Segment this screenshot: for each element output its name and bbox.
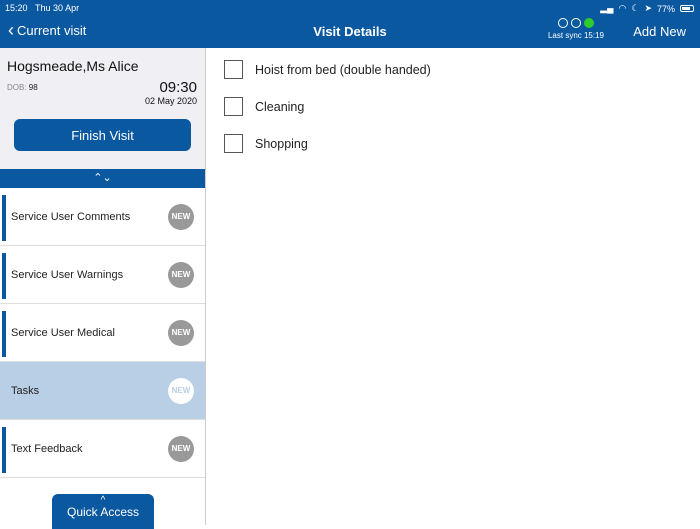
new-badge: NEW — [168, 436, 194, 462]
item-indicator — [2, 253, 6, 299]
sync-status: Last sync 15:19 — [545, 18, 607, 40]
sidebar-item[interactable]: Service User Warnings NEW — [0, 246, 205, 304]
sidebar-item-label: Text Feedback — [11, 442, 83, 455]
sidebar-item-label: Service User Warnings — [11, 268, 124, 281]
chevron-up-down-icon: ⌃⌄ — [93, 172, 112, 184]
status-bar: 15:20 Thu 30 Apr ▂▄ ◠ ☾ ➤ 77% — [0, 0, 700, 15]
status-date: Thu 30 Apr — [35, 3, 80, 13]
task-label: Cleaning — [255, 99, 305, 114]
moon-icon: ☾ — [631, 3, 640, 13]
checkbox[interactable] — [224, 134, 243, 153]
sidebar-item[interactable]: Service User Comments NEW — [0, 188, 205, 246]
status-time-date: 15:20 Thu 30 Apr — [5, 3, 79, 13]
expand-collapse-toggle[interactable]: ⌃⌄ — [0, 169, 205, 188]
visit-time: 09:30 — [159, 79, 197, 96]
location-icon: ➤ — [644, 3, 652, 13]
sync-dot-active-icon — [584, 18, 594, 28]
status-time: 15:20 — [5, 3, 28, 13]
quick-access-label: Quick Access — [66, 505, 140, 519]
sidebar-item[interactable]: Tasks NEW — [0, 362, 205, 420]
sidebar-item-label: Tasks — [11, 384, 40, 397]
add-new-button[interactable]: Add New — [633, 24, 686, 39]
new-badge: NEW — [168, 204, 194, 230]
task-item[interactable]: Cleaning — [224, 97, 304, 116]
quick-access-button[interactable]: ^ Quick Access — [52, 494, 154, 529]
new-badge: NEW — [168, 320, 194, 346]
finish-visit-button[interactable]: Finish Visit — [14, 119, 191, 151]
battery-percent: 77% — [656, 3, 675, 14]
visit-date: 02 May 2020 — [144, 96, 197, 106]
battery-icon — [680, 5, 694, 12]
wifi-icon: ◠ — [618, 3, 627, 13]
sidebar: Hogsmeade,Ms Alice DOB: 98 09:30 02 May … — [0, 48, 206, 529]
nav-bar: ‹ Current visit Visit Details Last sync 1… — [0, 15, 700, 48]
item-indicator — [2, 311, 6, 357]
new-badge: NEW — [168, 378, 194, 404]
sidebar-item[interactable]: Service User Medical NEW — [0, 304, 205, 362]
last-sync: Last sync 15:19 — [547, 31, 605, 40]
patient-name: Hogsmeade,Ms Alice — [7, 58, 139, 74]
sidebar-item-label: Service User Medical — [11, 326, 115, 339]
item-indicator — [2, 195, 6, 241]
patient-card: Hogsmeade,Ms Alice DOB: 98 09:30 02 May … — [0, 48, 205, 169]
sync-dot-icon — [558, 18, 568, 28]
checkbox[interactable] — [224, 97, 243, 116]
sync-dot-icon — [571, 18, 581, 28]
dob: DOB: 98 — [7, 83, 38, 92]
task-item[interactable]: Hoist from bed (double handed) — [224, 60, 431, 79]
dob-label: DOB: — [7, 83, 27, 92]
task-label: Hoist from bed (double handed) — [255, 62, 431, 77]
item-indicator — [2, 427, 6, 473]
task-item[interactable]: Shopping — [224, 134, 308, 153]
checkbox[interactable] — [224, 60, 243, 79]
dob-value: 98 — [28, 83, 38, 92]
task-label: Shopping — [255, 136, 308, 151]
signal-icon: ▂▄ — [600, 3, 614, 13]
sidebar-item-label: Service User Comments — [11, 210, 131, 223]
sidebar-item[interactable]: Text Feedback NEW — [0, 420, 205, 478]
chevron-up-icon: ^ — [100, 495, 106, 506]
new-badge: NEW — [168, 262, 194, 288]
